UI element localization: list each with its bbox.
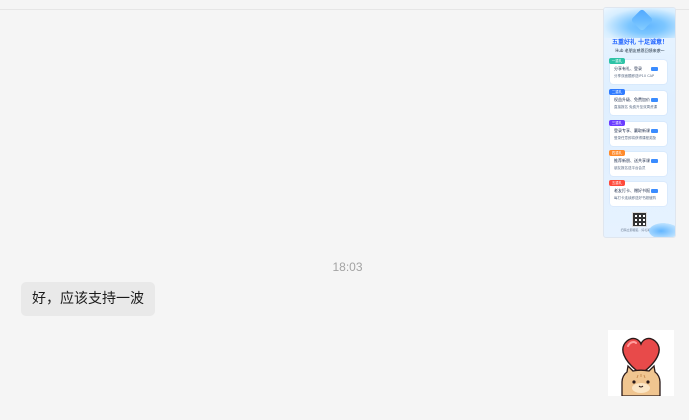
- promo-poster-image[interactable]: 五重好礼 十足诚意！ Hub 老朋友感恩回馈来袭～ 一重礼 分享有礼、登录 分享…: [603, 7, 676, 238]
- poster-card-chip: [651, 98, 658, 102]
- heart-cat-icon: [621, 337, 661, 396]
- poster-card-chip: [651, 67, 658, 71]
- poster-card-detail: 分享双面题即送IP10 CAP: [614, 74, 655, 78]
- header-divider: [0, 9, 689, 10]
- poster-card-title: 推荐新朋、送共享课: [614, 158, 650, 163]
- qr-code-icon: [632, 212, 647, 227]
- poster-card-tag: 二重礼: [609, 89, 625, 95]
- poster-card-chip: [651, 189, 658, 193]
- heart-cat-sticker[interactable]: [608, 330, 674, 396]
- poster-card: 一重礼 分享有礼、登录 分享双面题即送IP10 CAP: [609, 58, 667, 84]
- poster-card-detail: 直接报名 免费升至双周资课: [614, 105, 658, 109]
- poster-card: 三重礼 登录专享、赢取新课 登录任意即将获得课程奖励: [609, 120, 667, 146]
- poster-card-tag: 三重礼: [609, 120, 625, 126]
- text-message-bubble[interactable]: 好，应该支持一波: [21, 282, 155, 316]
- poster-headline: 五重好礼 十足诚意！: [611, 39, 669, 46]
- poster-card-tag: 四重礼: [609, 150, 625, 156]
- poster-card-chip: [651, 159, 658, 163]
- poster-card-title: 老友打卡、赠好书报: [614, 188, 650, 193]
- poster-wave-graphic: [649, 223, 675, 237]
- poster-card-detail: 每打卡连续即送好书超值购: [614, 196, 656, 200]
- poster-card-title: 权益升级、免费加价: [614, 97, 650, 102]
- poster-card-title: 登录专享、赢取新课: [614, 128, 650, 133]
- poster-card-detail: 朋友报名送平台会员: [614, 166, 646, 170]
- poster-card-title: 分享有礼、登录: [614, 66, 642, 71]
- poster-card-chip: [651, 129, 658, 133]
- poster-card: 五重礼 老友打卡、赠好书报 每打卡连续即送好书超值购: [609, 180, 667, 206]
- chat-message-area[interactable]: 五重好礼 十足诚意！ Hub 老朋友感恩回馈来袭～ 一重礼 分享有礼、登录 分享…: [0, 0, 689, 420]
- message-timestamp: 18:03: [332, 260, 363, 274]
- poster-card: 二重礼 权益升级、免费加价 直接报名 免费升至双周资课: [609, 89, 667, 115]
- poster-card: 四重礼 推荐新朋、送共享课 朋友报名送平台会员: [609, 150, 667, 176]
- poster-card-tag: 一重礼: [609, 58, 625, 64]
- poster-banner-graphic: [604, 8, 675, 38]
- poster-card-detail: 登录任意即将获得课程奖励: [614, 136, 656, 140]
- poster-subtitle: Hub 老朋友感恩回馈来袭～: [615, 48, 665, 53]
- poster-card-tag: 五重礼: [609, 180, 625, 186]
